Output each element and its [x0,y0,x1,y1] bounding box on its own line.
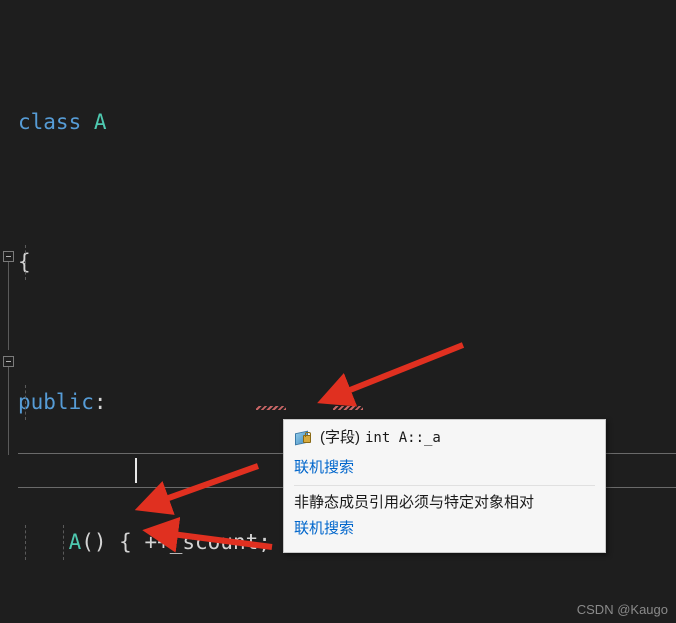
arrow-to-int-b [142,516,273,553]
watermark: CSDN @Kaugo [576,602,668,617]
arrow-to-int-a [134,463,260,515]
arrow-to-underscore-b [317,342,465,407]
vs-code-editor-window: class A { public: A() { ++_scount; } A(c… [0,0,676,623]
annotation-arrows [134,342,465,553]
